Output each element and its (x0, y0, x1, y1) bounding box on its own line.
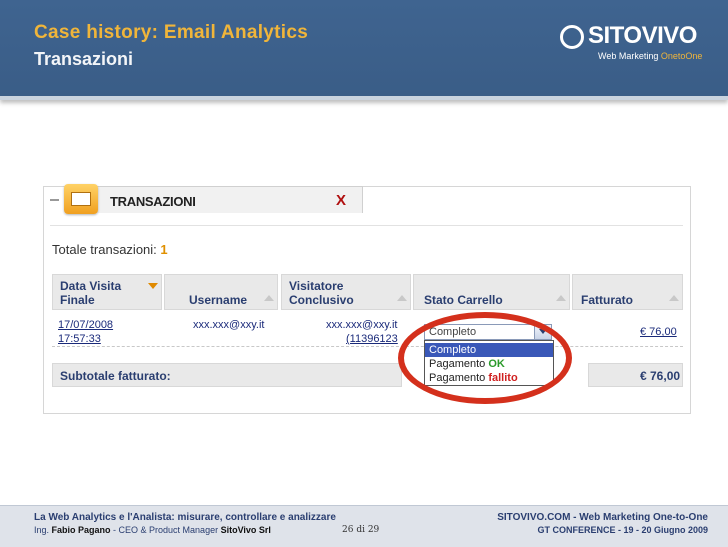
close-panel-button[interactable]: X (336, 192, 346, 209)
footer-right-line1: SITOVIVO.COM - Web Marketing One-to-One (497, 512, 708, 523)
logo-pulse-icon (560, 25, 584, 49)
divider (50, 225, 683, 226)
col-header-visitor[interactable]: Visitatore Conclusivo (281, 274, 411, 310)
highlight-ring (398, 312, 572, 404)
minimize-icon[interactable] (50, 199, 59, 201)
total-transactions: Totale transazioni: 1 (52, 242, 168, 257)
subtotal-label: Subtotale fatturato: (60, 369, 171, 383)
total-count: 1 (160, 242, 168, 257)
col-header-username[interactable]: Username (164, 274, 278, 310)
envelope-icon (64, 184, 98, 214)
footer-left-line1: La Web Analytics e l'Analista: misurare,… (34, 512, 336, 523)
subtotal-value: € 76,00 (640, 369, 681, 383)
visitor-email-cell: xxx.xxx@xxy.it (326, 319, 398, 331)
slide-subtitle: Transazioni (34, 49, 134, 69)
visit-date-link[interactable]: 17/07/2008 (58, 319, 113, 332)
sitovivo-logo: SITOVIVO Web Marketing OnetoOne (560, 22, 710, 68)
col-header-revenue[interactable]: Fatturato (572, 274, 683, 310)
col-header-date[interactable]: Data Visita Finale (52, 274, 162, 310)
footer-left-line2: Ing. Fabio Pagano - CEO & Product Manage… (34, 525, 271, 535)
slide-title: Case history: Email Analytics (34, 22, 309, 43)
page-number: 26 di 29 (342, 525, 380, 535)
logo-tagline: Web Marketing OnetoOne (598, 51, 703, 61)
visit-time-link[interactable]: 17:57:33 (58, 333, 101, 346)
slide-header: Case history: Email Analytics Transazion… (0, 0, 728, 100)
visitor-id-link[interactable]: (11396123 (346, 333, 398, 346)
sort-asc-icon[interactable] (397, 295, 407, 301)
sort-asc-icon[interactable] (556, 295, 566, 301)
logo-name: SITOVIVO (588, 22, 697, 49)
col-header-cart-status[interactable]: Stato Carrello (413, 274, 570, 310)
sort-asc-icon[interactable] (264, 295, 274, 301)
sort-desc-icon[interactable] (148, 283, 158, 289)
sort-asc-icon[interactable] (669, 295, 679, 301)
username-cell: xxx.xxx@xxy.it (193, 319, 265, 331)
footer-right-line2: GT CONFERENCE - 19 - 20 Giugno 2009 (537, 525, 708, 535)
panel-title: TRANSAZIONI (110, 194, 196, 209)
revenue-link[interactable]: € 76,00 (640, 326, 677, 339)
